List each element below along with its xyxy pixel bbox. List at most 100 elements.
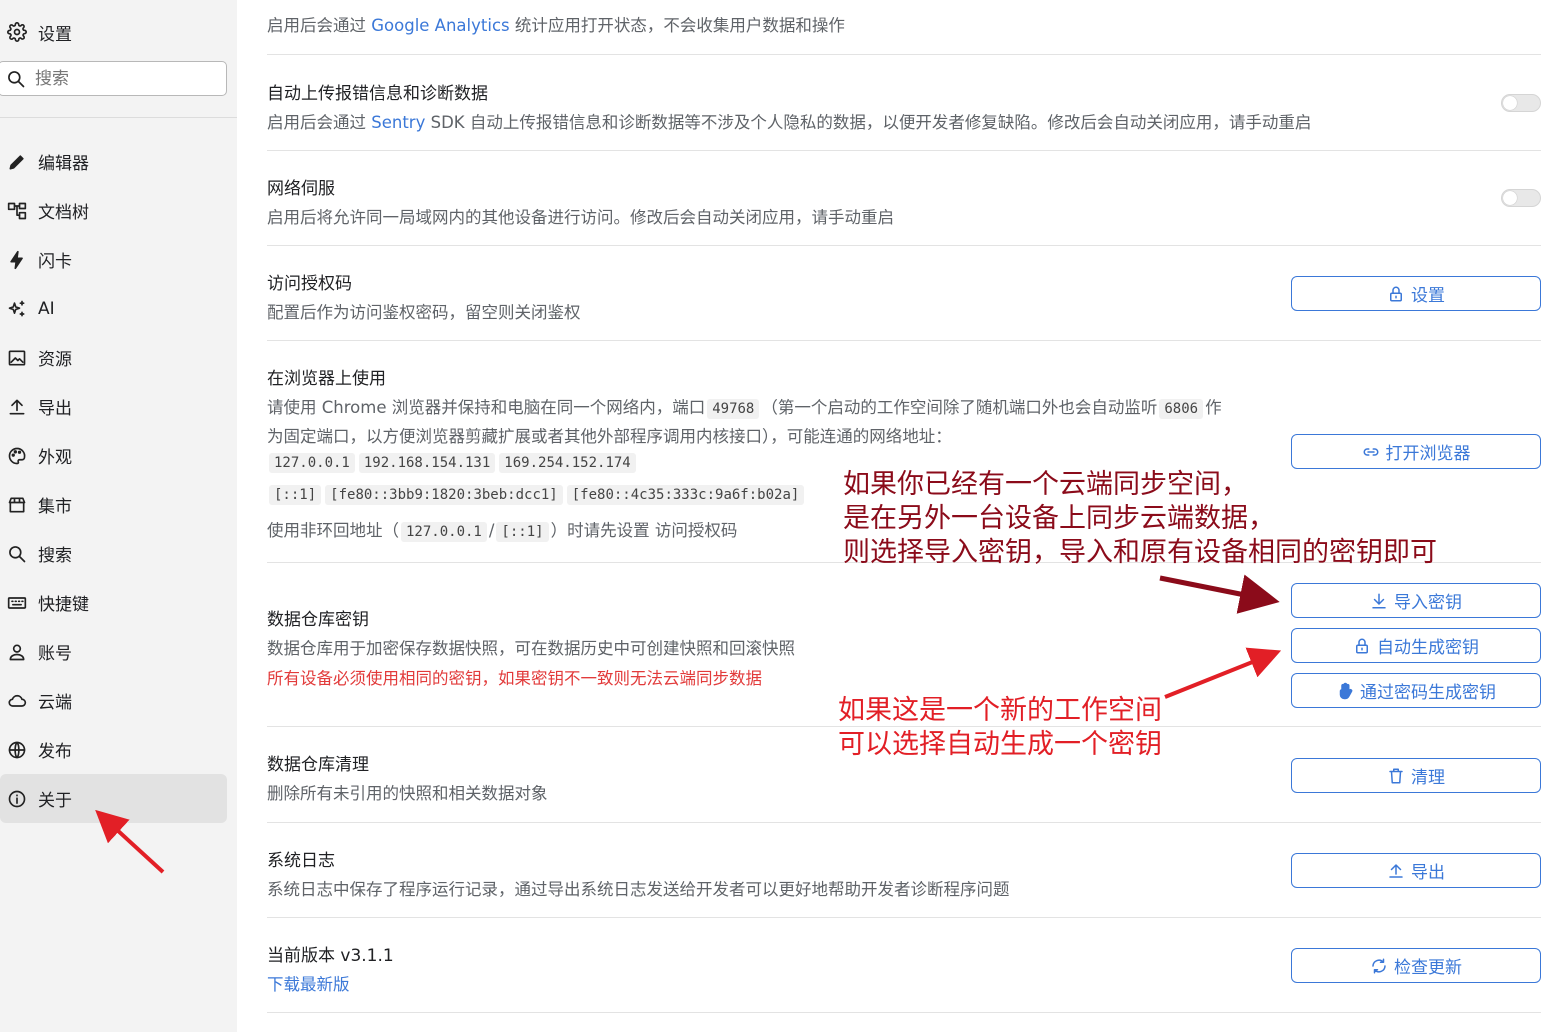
lock-icon [1390, 286, 1402, 301]
search-icon [5, 68, 27, 90]
repo-purge-desc: 删除所有未引用的快照和相关数据对象 [267, 784, 548, 803]
auto-generate-key-button[interactable]: 自动生成密钥 [1291, 628, 1541, 663]
settings-title: 设置 [6, 18, 72, 46]
cloud-icon [6, 690, 28, 712]
sentry-link[interactable]: Sentry [371, 113, 425, 132]
keyboard-icon [6, 592, 28, 614]
lightning-icon [6, 249, 28, 271]
auth-code-settings-button[interactable]: 设置 [1291, 276, 1541, 311]
browser-desc-line2: 为固定端口，以方便浏览器剪藏扩展或者其他外部程序调用内核接口），可能连通的网络地… [267, 427, 952, 446]
sidebar-item-appearance[interactable]: 外观 [0, 431, 237, 480]
sidebar-item-label: 快捷键 [38, 595, 89, 615]
fixed-port-code: 6806 [1159, 399, 1204, 419]
purge-button[interactable]: 清理 [1291, 758, 1541, 793]
button-label: 自动生成密钥 [1377, 638, 1479, 658]
sidebar-item-ai[interactable]: AI [0, 284, 237, 333]
sidebar-item-about[interactable]: 关于 [0, 774, 227, 823]
export-log-button[interactable]: 导出 [1291, 853, 1541, 888]
sidebar-item-filetree[interactable]: 文档树 [0, 186, 237, 235]
sidebar-item-bazaar[interactable]: 集市 [0, 480, 237, 529]
gear-icon [6, 21, 28, 43]
sidebar-item-cloud[interactable]: 云端 [0, 676, 237, 725]
sidebar-item-keymap[interactable]: 快捷键 [0, 578, 237, 627]
sidebar-item-search[interactable]: 搜索 [0, 529, 237, 578]
repo-purge-title: 数据仓库清理 [267, 755, 369, 775]
sidebar-item-label: 关于 [38, 791, 72, 811]
sentry-toggle[interactable] [1501, 94, 1541, 112]
settings-sidebar: 设置 编辑器 文档树 闪卡 AI 资源 导出 [0, 0, 237, 1032]
search-icon [6, 543, 28, 565]
store-icon [6, 494, 28, 516]
sidebar-item-flashcard[interactable]: 闪卡 [0, 235, 237, 284]
button-label: 设置 [1411, 286, 1445, 306]
settings-search[interactable] [0, 61, 227, 96]
sidebar-item-label: 账号 [38, 644, 72, 664]
repo-key-desc: 数据仓库用于加密保存数据快照，可在数据历史中可创建快照和回滚快照 [267, 639, 795, 658]
sidebar-item-editor[interactable]: 编辑器 [0, 137, 237, 186]
tree-icon [6, 200, 28, 222]
download-icon [1372, 593, 1386, 608]
annotation-new-workspace: 如果这是一个新的工作空间 可以选择自动生成一个密钥 [838, 695, 1162, 760]
sidebar-item-publish[interactable]: 发布 [0, 725, 237, 774]
check-update-button[interactable]: 检查更新 [1291, 948, 1541, 983]
repo-key-warning: 所有设备必须使用相同的密钥，如果密钥不一致则无法云端同步数据 [267, 669, 762, 688]
address-list-1: 127.0.0.1 192.168.154.131 169.254.152.174 [267, 452, 638, 473]
trash-icon [1389, 768, 1403, 783]
download-latest-link[interactable]: 下载最新版 [267, 971, 350, 995]
sidebar-item-label: AI [38, 298, 55, 319]
upload-icon [1389, 863, 1403, 878]
sidebar-divider [0, 117, 237, 118]
sidebar-item-label: 闪卡 [38, 252, 72, 272]
button-label: 通过密码生成密钥 [1360, 683, 1496, 703]
import-key-button[interactable]: 导入密钥 [1291, 583, 1541, 618]
setting-row-analytics: 启用后会通过 Google Analytics 统计应用打开状态，不会收集用户数… [267, 0, 1541, 55]
address-code: 169.254.152.174 [499, 453, 636, 473]
button-label: 清理 [1411, 768, 1445, 788]
lock-icon [1356, 638, 1368, 653]
loopback-code: [::1] [496, 522, 549, 542]
sentry-title: 自动上传报错信息和诊断数据 [267, 84, 488, 104]
open-browser-button[interactable]: 打开浏览器 [1291, 434, 1541, 469]
sentry-desc: 启用后会通过 Sentry SDK 自动上传报错信息和诊断数据等不涉及个人隐私的… [267, 113, 1312, 132]
button-label: 检查更新 [1394, 958, 1462, 978]
globe-icon [6, 739, 28, 761]
browser-desc-line1: 请使用 Chrome 浏览器并保持和电脑在同一个网络内，端口 49768 （第一个启… [267, 398, 1222, 419]
auth-code-desc: 配置后作为访问鉴权密码，留空则关闭鉴权 [267, 303, 581, 322]
sidebar-item-label: 搜索 [38, 546, 72, 566]
link-icon [1363, 447, 1378, 456]
button-label: 打开浏览器 [1385, 444, 1471, 464]
syslog-title: 系统日志 [267, 851, 335, 871]
address-code: [::1] [269, 485, 322, 505]
sidebar-item-account[interactable]: 账号 [0, 627, 237, 676]
address-list-2: [::1] [fe80::3bb9:1820:3beb:dcc1] [fe80::4… [267, 484, 806, 505]
hand-icon [1339, 682, 1353, 699]
sparkle-icon [6, 298, 28, 320]
settings-title-label: 设置 [38, 24, 72, 45]
google-analytics-link[interactable]: Google Analytics [371, 16, 509, 35]
address-code: 127.0.0.1 [269, 453, 355, 473]
address-code: 192.168.154.131 [358, 453, 496, 473]
annotation-existing-cloud: 如果你已经有一个云端同步空间， 是在另外一台设备上同步云端数据， 则选择导入密钥… [843, 469, 1437, 568]
button-label: 导入密钥 [1394, 593, 1462, 613]
sidebar-nav: 编辑器 文档树 闪卡 AI 资源 导出 外观 集市 搜索 快捷键 账号 云端 发… [0, 137, 237, 823]
image-icon [6, 347, 28, 369]
palette-icon [6, 445, 28, 467]
refresh-icon [1372, 958, 1386, 973]
button-label: 导出 [1411, 863, 1445, 883]
sidebar-item-assets[interactable]: 资源 [0, 333, 237, 382]
browser-desc-line3: 使用非环回地址（ 127.0.0.1/[::1] ）时请先设置 访问授权码 [267, 521, 738, 542]
analytics-desc: 启用后会通过 Google Analytics 统计应用打开状态，不会收集用户数… [267, 16, 845, 35]
pencil-icon [6, 151, 28, 173]
loopback-code: 127.0.0.1 [401, 522, 487, 542]
network-serve-toggle[interactable] [1501, 189, 1541, 207]
repo-key-title: 数据仓库密钥 [267, 610, 369, 630]
browser-title: 在浏览器上使用 [267, 369, 386, 389]
sidebar-item-export[interactable]: 导出 [0, 382, 237, 431]
search-input[interactable] [35, 68, 205, 89]
setting-row-sentry: 自动上传报错信息和诊断数据 启用后会通过 Sentry SDK 自动上传报错信息… [267, 55, 1541, 151]
setting-row-network-serve: 网络伺服 启用后将允许同一局域网内的其他设备进行访问。修改后会自动关闭应用，请手… [267, 151, 1541, 246]
password-generate-key-button[interactable]: 通过密码生成密钥 [1291, 673, 1541, 708]
version-title: 当前版本 v3.1.1 [267, 946, 394, 966]
port-code: 49768 [707, 399, 760, 419]
sidebar-item-label: 外观 [38, 448, 72, 468]
